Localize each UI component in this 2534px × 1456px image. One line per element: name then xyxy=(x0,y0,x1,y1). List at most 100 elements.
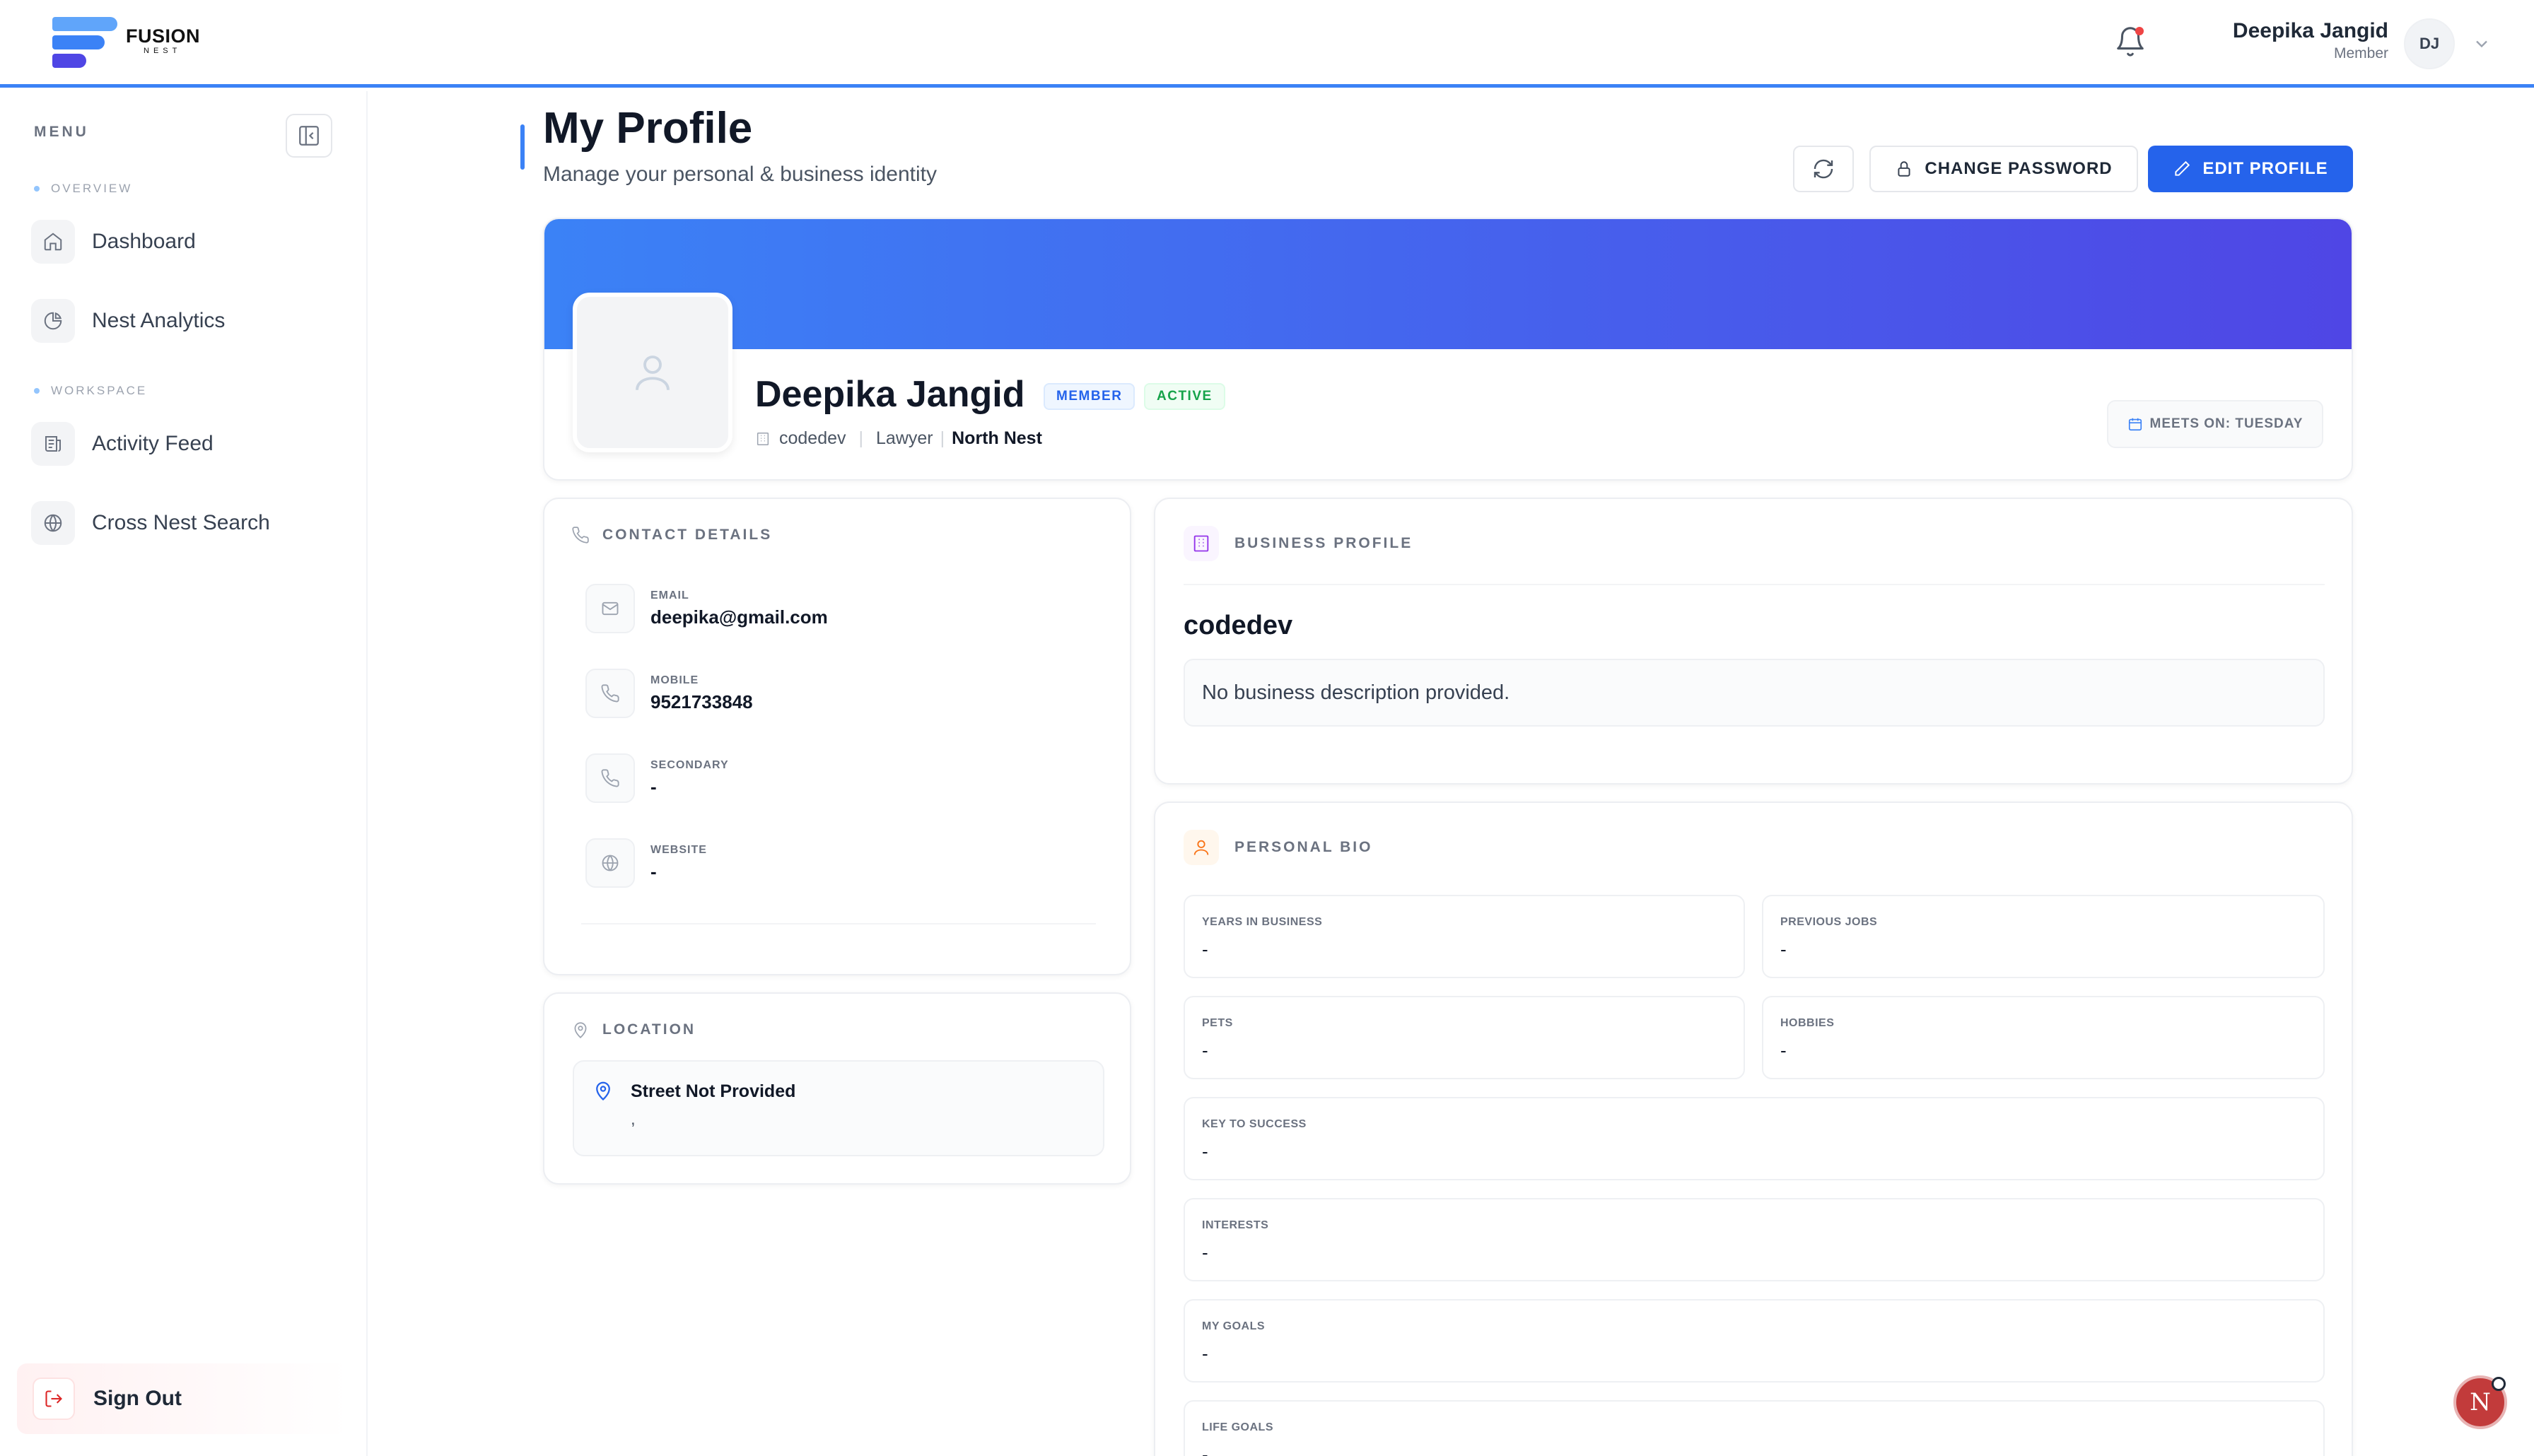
user-avatar[interactable]: DJ xyxy=(2404,18,2455,69)
field-value: - xyxy=(1202,1343,1208,1364)
chevron-down-icon[interactable] xyxy=(2472,34,2492,54)
bio-field-hobbies: HOBBIES - xyxy=(1762,996,2325,1079)
field-value: - xyxy=(1202,939,1208,960)
profile-meta: codedev | Lawyer | North Nest xyxy=(755,428,1042,449)
sign-out-label: Sign Out xyxy=(93,1387,182,1410)
notification-dot xyxy=(2135,27,2144,35)
field-label: INTERESTS xyxy=(1202,1219,1269,1231)
field-label: HOBBIES xyxy=(1780,1017,1835,1029)
sidebar-item-nest-analytics[interactable]: Nest Analytics xyxy=(31,295,342,346)
website-value: - xyxy=(650,860,657,882)
logo-bar xyxy=(52,17,117,31)
field-label: YEARS IN BUSINESS xyxy=(1202,916,1323,928)
title-accent-bar xyxy=(520,124,525,170)
logo-bar xyxy=(52,35,105,49)
status-dot xyxy=(2492,1377,2506,1391)
location-card: LOCATION Street Not Provided , xyxy=(543,992,1131,1185)
field-value: - xyxy=(1780,1040,1787,1061)
fusion-nest-logo[interactable]: FUSION NEST xyxy=(49,16,205,74)
mobile-value[interactable]: 9521733848 xyxy=(650,691,753,713)
email-value[interactable]: deepika@gmail.com xyxy=(650,606,828,628)
email-label: EMAIL xyxy=(650,589,689,601)
profile-company: codedev xyxy=(779,428,846,448)
change-password-button[interactable]: CHANGE PASSWORD xyxy=(1869,146,2138,192)
business-description-box: No business description provided. xyxy=(1184,659,2325,727)
header-user-role: Member xyxy=(2333,45,2388,61)
logo-bar xyxy=(52,54,86,68)
phone-icon xyxy=(572,527,589,544)
divider xyxy=(1184,584,2325,585)
mail-icon xyxy=(585,584,635,633)
globe-icon xyxy=(585,838,635,888)
field-value: - xyxy=(1202,1040,1208,1061)
sidebar: MENU OVERVIEW Dashboard Nest Analytics W… xyxy=(0,91,368,1456)
section-overview: OVERVIEW xyxy=(34,182,132,196)
bio-field-previous-jobs: PREVIOUS JOBS - xyxy=(1762,895,2325,978)
home-icon xyxy=(31,220,75,264)
edit-profile-button[interactable]: EDIT PROFILE xyxy=(2148,146,2353,192)
field-value: - xyxy=(1202,1141,1208,1162)
field-value: - xyxy=(1202,1444,1208,1456)
sidebar-item-cross-nest-search[interactable]: Cross Nest Search xyxy=(31,498,342,548)
floating-assistant-button[interactable]: N xyxy=(2453,1375,2507,1429)
active-badge: ACTIVE xyxy=(1144,383,1225,410)
user-icon xyxy=(1184,830,1219,865)
bio-field-pets: PETS - xyxy=(1184,996,1745,1079)
website-label: WEBSITE xyxy=(650,843,707,856)
change-password-label: CHANGE PASSWORD xyxy=(1925,159,2113,178)
map-pin-icon xyxy=(574,1022,587,1038)
contact-mobile-row: MOBILE 9521733848 xyxy=(585,669,753,718)
member-badge: MEMBER xyxy=(1044,383,1135,410)
building-icon xyxy=(757,432,769,445)
globe-icon xyxy=(31,501,75,545)
profile-profession: Lawyer xyxy=(876,428,933,448)
pencil-icon xyxy=(2175,160,2190,176)
profile-nest: North Nest xyxy=(952,428,1042,448)
menu-label: MENU xyxy=(34,124,89,140)
profile-name: Deepika Jangid xyxy=(755,374,1025,415)
secondary-label: SECONDARY xyxy=(650,758,729,771)
field-label: PETS xyxy=(1202,1017,1233,1029)
city-value: , xyxy=(631,1110,636,1129)
meets-on-label: MEETS ON: TUESDAY xyxy=(2149,416,2304,431)
phone-icon xyxy=(585,669,635,718)
bio-field-interests: INTERESTS - xyxy=(1184,1198,2325,1281)
page-subtitle: Manage your personal & business identity xyxy=(543,163,937,186)
bio-field-my-goals: MY GOALS - xyxy=(1184,1299,2325,1382)
field-label: LIFE GOALS xyxy=(1202,1421,1273,1433)
street-value: Street Not Provided xyxy=(631,1081,796,1101)
address-box: Street Not Provided , xyxy=(573,1060,1104,1156)
personal-bio-title: PERSONAL BIO xyxy=(1184,830,1372,865)
field-value: - xyxy=(1780,939,1787,960)
field-label: PREVIOUS JOBS xyxy=(1780,916,1878,928)
sidebar-toggle-icon xyxy=(299,126,319,146)
sidebar-item-activity-feed[interactable]: Activity Feed xyxy=(31,418,342,469)
header-user-name[interactable]: Deepika Jangid xyxy=(2233,19,2388,43)
logout-icon xyxy=(33,1378,75,1420)
business-profile-title: BUSINESS PROFILE xyxy=(1184,526,1413,561)
sidebar-item-dashboard[interactable]: Dashboard xyxy=(31,216,342,267)
fab-letter: N xyxy=(2470,1388,2491,1416)
bio-field-years-in-business: YEARS IN BUSINESS - xyxy=(1184,895,1745,978)
sign-out-button[interactable]: Sign Out xyxy=(17,1363,349,1434)
personal-bio-card: PERSONAL BIO YEARS IN BUSINESS - PREVIOUS… xyxy=(1154,802,2353,1456)
pie-chart-icon xyxy=(31,299,75,343)
profile-banner xyxy=(544,219,2352,349)
sidebar-item-label: Dashboard xyxy=(92,230,196,253)
contact-website-row: WEBSITE - xyxy=(585,838,707,888)
secondary-value: - xyxy=(650,775,657,797)
contact-details-title: CONTACT DETAILS xyxy=(571,526,772,544)
refresh-button[interactable] xyxy=(1793,146,1854,192)
profile-photo[interactable] xyxy=(573,293,732,452)
user-placeholder-icon xyxy=(636,356,670,390)
contact-secondary-row: SECONDARY - xyxy=(585,753,729,803)
field-label: MY GOALS xyxy=(1202,1320,1266,1332)
bio-field-life-goals: LIFE GOALS - xyxy=(1184,1400,2325,1456)
refresh-icon xyxy=(1814,159,1833,179)
feed-icon xyxy=(31,422,75,466)
edit-profile-label: EDIT PROFILE xyxy=(2202,159,2328,178)
lock-icon xyxy=(1898,161,1910,177)
sidebar-collapse-button[interactable] xyxy=(286,114,332,158)
map-pin-icon xyxy=(596,1081,610,1100)
notification-bell-icon[interactable] xyxy=(2114,25,2147,58)
